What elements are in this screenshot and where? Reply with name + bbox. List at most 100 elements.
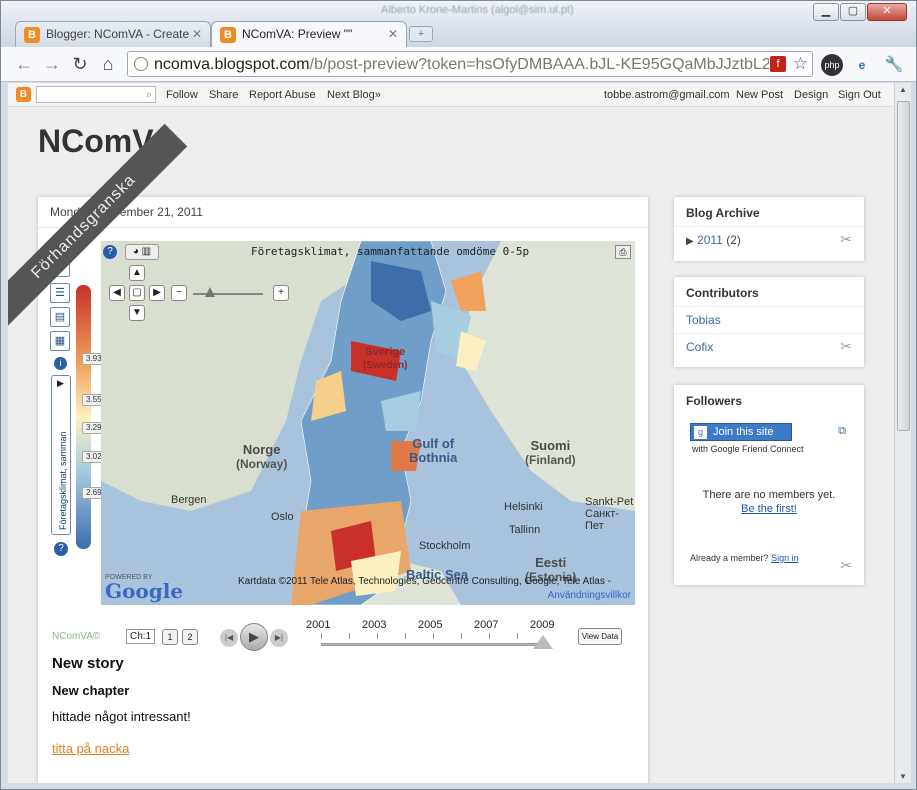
list-view-icon[interactable]: ☰ xyxy=(50,283,70,303)
scatter-view-icon[interactable]: ▦ xyxy=(50,331,70,351)
address-bar[interactable]: ncomva.blogspot.com/b/post-preview?token… xyxy=(127,51,813,77)
play-arrow-icon[interactable]: ▶ xyxy=(57,378,64,389)
tab-blogger-create[interactable]: B Blogger: NComVA - Create ✕ xyxy=(15,21,211,47)
back-icon[interactable]: ← xyxy=(13,53,35,75)
choropleth-map[interactable]: ? ◕ ▥ ▲ ◀ ▢ ▶ ▼ − + Företagsklimat, samm… xyxy=(101,241,635,605)
indicator-selector[interactable]: ▶ Företagsklimat, samman xyxy=(51,375,71,535)
pan-right-icon[interactable]: ▶ xyxy=(149,285,165,301)
new-post-link[interactable]: New Post xyxy=(736,83,783,107)
follow-link[interactable]: Follow xyxy=(166,83,198,107)
edit-widget-icon[interactable]: ✂ xyxy=(840,231,852,248)
zoom-slider[interactable] xyxy=(193,293,263,295)
wrench-menu-icon[interactable]: 🔧 xyxy=(883,54,905,76)
user-email: tobbe.astrom@gmail.com xyxy=(604,89,730,101)
design-link[interactable]: Design xyxy=(794,83,828,107)
print-icon[interactable]: ⎙ xyxy=(615,245,631,259)
chapter-label: Ch:1 xyxy=(126,629,156,644)
step-forward-icon[interactable]: ▶| xyxy=(270,629,288,647)
map-label-norge: Norge (Norway) xyxy=(236,443,288,472)
php-extension-icon[interactable]: php xyxy=(821,54,843,76)
be-first-link[interactable]: Be the first! xyxy=(674,503,864,515)
map-help-icon[interactable]: ? xyxy=(103,245,117,259)
blogger-favicon-icon: B xyxy=(220,27,236,43)
pan-left-icon[interactable]: ◀ xyxy=(109,285,125,301)
blog-post: Monday, November 21, 2011 ✥ ☰ ▤ ▦ i 3.93… xyxy=(38,197,648,783)
forward-icon[interactable]: → xyxy=(41,53,63,75)
archive-year-item[interactable]: ▶ 2011 (2) ✂ xyxy=(674,227,864,253)
url-path: /b/post-preview?token=hsOfyDMBAAA.bJL-KE… xyxy=(309,56,769,73)
chart-type-icon[interactable]: ◕ ▥ xyxy=(125,244,159,260)
already-member-label: Already a member? xyxy=(690,553,769,563)
flash-icon[interactable]: f xyxy=(770,56,786,72)
zoom-slider-thumb[interactable] xyxy=(205,287,215,297)
zoom-out-button[interactable]: − xyxy=(171,285,187,301)
close-window-button[interactable]: ✕ xyxy=(867,3,907,21)
scroll-up-arrow-icon[interactable]: ▲ xyxy=(899,85,907,94)
city-oslo: Oslo xyxy=(271,511,294,523)
view-data-button[interactable]: View Data xyxy=(578,628,622,645)
reload-icon[interactable]: ↻ xyxy=(69,53,91,75)
popout-icon[interactable]: ⧉ xyxy=(838,425,846,438)
globe-icon xyxy=(134,57,148,71)
maximize-button[interactable]: ▢ xyxy=(840,3,866,21)
city-bergen: Bergen xyxy=(171,494,207,506)
label-sweden: (Sweden) xyxy=(363,360,408,371)
url-text[interactable]: ncomva.blogspot.com/b/post-preview?token… xyxy=(154,52,769,77)
share-link[interactable]: Share xyxy=(209,83,238,107)
edit-widget-icon[interactable]: ✂ xyxy=(840,338,852,355)
vertical-scrollbar[interactable]: ▲ ▼ xyxy=(894,83,911,783)
scrollbar-thumb[interactable] xyxy=(897,101,910,431)
pan-up-icon[interactable]: ▲ xyxy=(129,265,145,281)
table-view-icon[interactable]: ▤ xyxy=(50,307,70,327)
bookmark-star-icon[interactable]: ☆ xyxy=(793,52,808,76)
scroll-down-arrow-icon[interactable]: ▼ xyxy=(899,772,907,781)
archive-year-link[interactable]: 2011 xyxy=(697,233,723,247)
story-heading: New story xyxy=(52,655,124,672)
followers-title: Followers xyxy=(686,394,743,408)
info-icon[interactable]: i xyxy=(54,357,67,370)
navbar-search-input[interactable]: ⌕ xyxy=(36,86,156,103)
chapter-1-button[interactable]: 1 xyxy=(162,629,178,645)
already-member-text: Already a member? Sign in xyxy=(690,553,799,563)
followers-widget: Followers g Join this site ⧉ with Google… xyxy=(674,385,864,585)
home-icon[interactable]: ⌂ xyxy=(97,53,119,75)
zoom-in-button[interactable]: + xyxy=(273,285,289,301)
city-sankt-peterburg-cyrillic: Санкт-Пет xyxy=(585,508,619,532)
report-abuse-link[interactable]: Report Abuse xyxy=(249,83,316,107)
edit-widget-icon[interactable]: ✂ xyxy=(840,557,852,574)
search-icon[interactable]: ⌕ xyxy=(146,83,152,107)
contributor-link[interactable]: Cofix xyxy=(686,340,713,354)
join-site-button[interactable]: g Join this site xyxy=(690,423,792,441)
label-bothnia: Bothnia xyxy=(409,450,458,465)
tab-close-icon[interactable]: ✕ xyxy=(388,22,398,47)
label-norway: (Norway) xyxy=(236,457,288,471)
chapter-2-button[interactable]: 2 xyxy=(182,629,198,645)
tab-preview[interactable]: B NComVA: Preview "" ✕ xyxy=(211,21,407,47)
color-legend-bar[interactable] xyxy=(76,285,91,549)
page-viewport: B ⌕ Follow Share Report Abuse Next Blog»… xyxy=(8,83,894,783)
time-slider-track[interactable] xyxy=(321,643,545,646)
time-axis-ticks xyxy=(321,633,545,639)
blogger-logo-icon[interactable]: B xyxy=(16,87,31,102)
sign-in-link[interactable]: Sign in xyxy=(771,553,799,563)
year-label: 2007 xyxy=(474,619,499,631)
play-button[interactable]: ▶ xyxy=(240,623,268,651)
ie-tab-icon[interactable]: e xyxy=(851,54,873,76)
sign-out-link[interactable]: Sign Out xyxy=(838,83,881,107)
step-back-icon[interactable]: |◀ xyxy=(220,629,238,647)
minimize-button[interactable]: ▁ xyxy=(813,3,839,21)
help-icon[interactable]: ? xyxy=(54,542,68,556)
time-slider-thumb[interactable] xyxy=(533,635,553,649)
city-tallinn: Tallinn xyxy=(509,524,541,536)
label-eesti: Eesti xyxy=(535,555,567,570)
terms-link[interactable]: Användningsvillkor xyxy=(548,590,631,601)
post-link[interactable]: titta på nacka xyxy=(52,741,129,756)
new-tab-button[interactable]: + xyxy=(409,26,433,42)
tab-close-icon[interactable]: ✕ xyxy=(192,22,202,47)
pan-down-icon[interactable]: ▼ xyxy=(129,305,145,321)
next-blog-link[interactable]: Next Blog» xyxy=(327,83,381,107)
expand-arrow-icon[interactable]: ▶ xyxy=(686,236,694,247)
map-title: Företagsklimat, sammanfattande omdöme 0-… xyxy=(251,245,530,258)
pan-center-icon[interactable]: ▢ xyxy=(129,285,145,301)
contributor-link[interactable]: Tobias xyxy=(674,307,864,334)
